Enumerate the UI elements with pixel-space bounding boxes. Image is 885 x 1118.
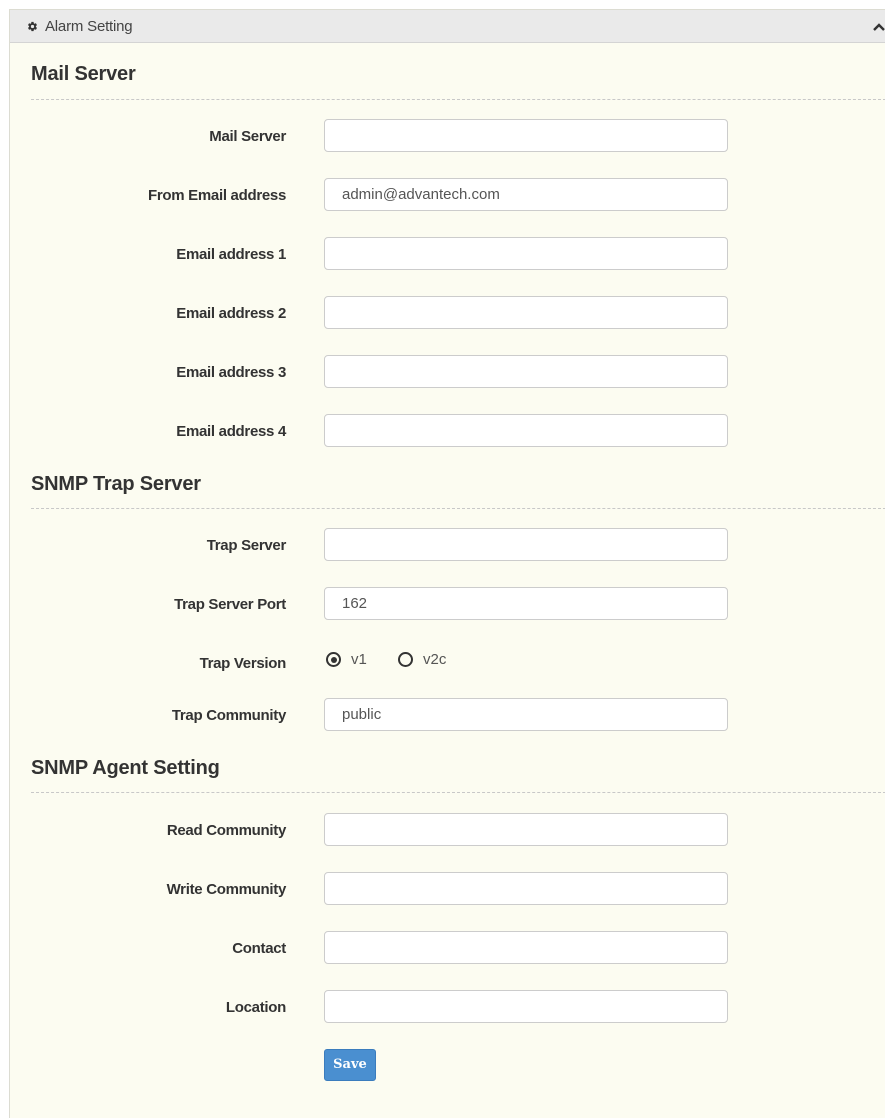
save-button[interactable]: Save [324,1049,376,1081]
contact-input[interactable] [324,931,728,964]
from-email-label: From Email address [148,187,286,204]
email-address-2-input[interactable] [324,296,728,329]
section-title-mail-server: Mail Server [31,63,136,85]
email-address-4-input[interactable] [324,414,728,447]
trap-version-v1-radio[interactable] [326,652,341,667]
mail-server-input[interactable] [324,119,728,152]
email-address-3-label: Email address 3 [176,364,286,381]
email-address-1-label: Email address 1 [176,246,286,263]
section-divider [31,99,885,100]
section-title-snmp-agent-setting: SNMP Agent Setting [31,757,220,779]
email-address-4-label: Email address 4 [176,423,286,440]
trap-community-label: Trap Community [171,707,286,724]
location-input[interactable] [324,990,728,1023]
mail-server-label: Mail Server [209,128,286,145]
email-address-1-input[interactable] [324,237,728,270]
from-email-input[interactable] [324,178,728,211]
trap-server-port-label: Trap Server Port [174,596,286,613]
trap-community-input[interactable] [324,698,728,731]
chevron-up-icon[interactable] [872,22,885,32]
alarm-setting-panel: Alarm Setting Mail Server Mail Server Fr… [9,9,885,1118]
email-address-2-label: Email address 2 [176,305,286,322]
gear-icon [28,21,37,32]
trap-server-port-input[interactable] [324,587,728,620]
panel-header[interactable]: Alarm Setting [10,10,885,43]
trap-version-v1-label: v1 [351,651,367,668]
trap-server-label: Trap Server [206,537,287,554]
read-community-input[interactable] [324,813,728,846]
trap-version-label: Trap Version [199,655,287,672]
email-address-3-input[interactable] [324,355,728,388]
trap-version-v2c-label: v2c [423,651,447,668]
section-divider [31,792,885,793]
section-title-snmp-trap-server: SNMP Trap Server [31,473,201,495]
trap-server-input[interactable] [324,528,728,561]
panel-title: Alarm Setting [45,18,133,35]
write-community-input[interactable] [324,872,728,905]
trap-version-v2c-radio[interactable] [398,652,413,667]
read-community-label: Read Community [166,822,286,839]
write-community-label: Write Community [166,881,287,898]
radio-selected-dot [330,656,337,663]
contact-label: Contact [232,940,286,957]
section-divider [31,508,885,509]
location-label: Location [225,999,286,1016]
